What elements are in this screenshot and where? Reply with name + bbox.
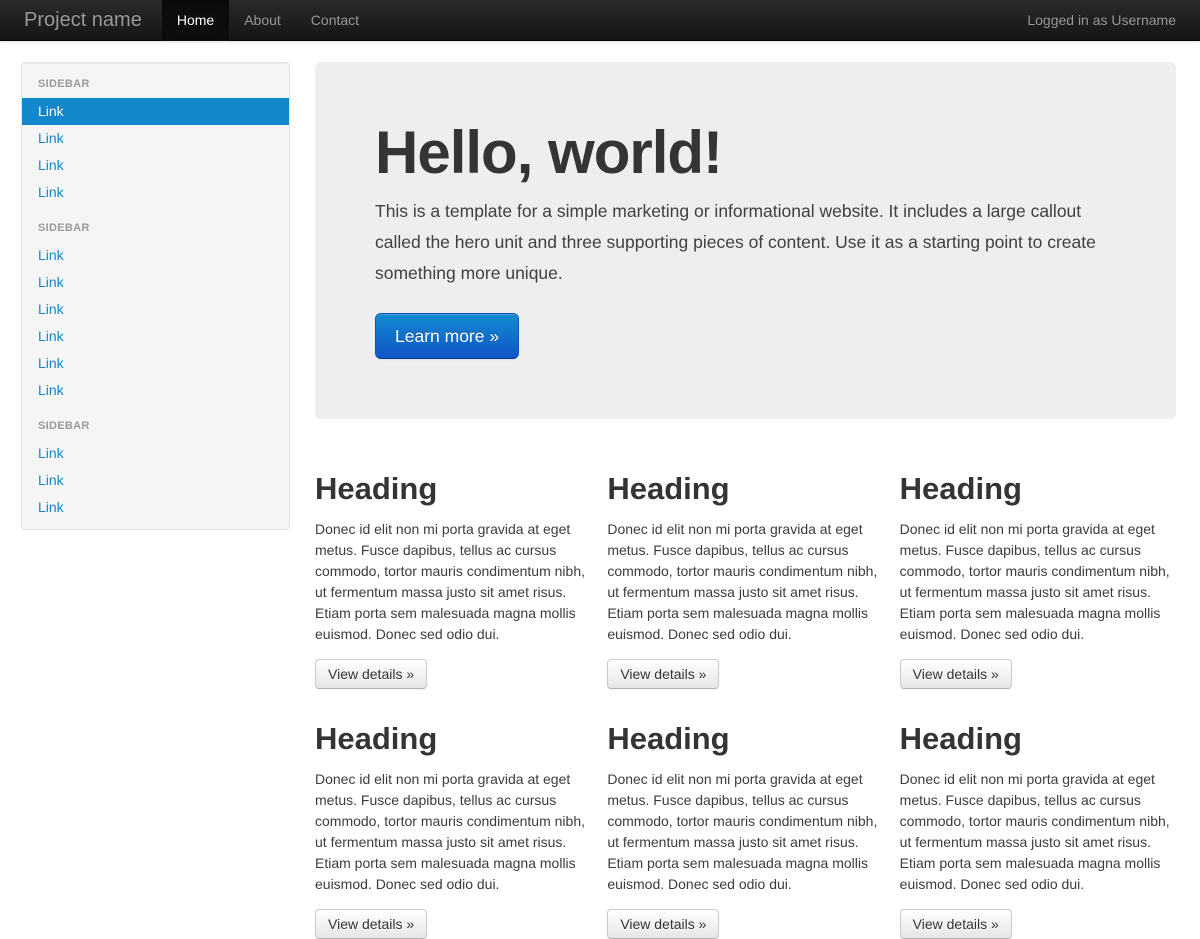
sidebar-link[interactable]: Link bbox=[22, 269, 289, 296]
sidebar-list-item: Link bbox=[22, 323, 289, 350]
view-details-button[interactable]: View details » bbox=[315, 909, 427, 939]
sidebar-list-item: Link bbox=[22, 242, 289, 269]
sidebar-list-item: Link bbox=[22, 179, 289, 206]
view-details-button[interactable]: View details » bbox=[315, 659, 427, 689]
sidebar-list-item: Link bbox=[22, 296, 289, 323]
navbar-menu-item: Home bbox=[162, 0, 229, 40]
feature-heading: Heading bbox=[315, 719, 591, 759]
sidebar-list-item: Link bbox=[22, 467, 289, 494]
sidebar-nav-list: SIDEBAR Link Link Link Link SIDEBAR Link… bbox=[22, 71, 289, 521]
feature-text: Donec id elit non mi porta gravida at eg… bbox=[315, 769, 591, 895]
learn-more-button[interactable]: Learn more » bbox=[375, 313, 519, 359]
hero-title: Hello, world! bbox=[375, 122, 1116, 184]
view-details-button[interactable]: View details » bbox=[607, 909, 719, 939]
sidebar-section-header: SIDEBAR bbox=[22, 71, 289, 98]
sidebar-section-header: SIDEBAR bbox=[22, 215, 289, 242]
sidebar-list-item: Link bbox=[22, 98, 289, 125]
navbar-menu-item: About bbox=[229, 0, 296, 40]
feature-row: Heading Donec id elit non mi porta gravi… bbox=[315, 459, 1176, 689]
sidebar-link[interactable]: Link bbox=[22, 467, 289, 494]
main-content: Hello, world! This is a template for a s… bbox=[315, 62, 1176, 939]
feature-text: Donec id elit non mi porta gravida at eg… bbox=[900, 519, 1176, 645]
sidebar-list-item: Link bbox=[22, 377, 289, 404]
feature-text: Donec id elit non mi porta gravida at eg… bbox=[315, 519, 591, 645]
sidebar-list-item: Link bbox=[22, 494, 289, 521]
sidebar-list-item: Link bbox=[22, 269, 289, 296]
sidebar-link[interactable]: Link bbox=[22, 152, 289, 179]
feature-heading: Heading bbox=[607, 719, 883, 759]
feature-text: Donec id elit non mi porta gravida at eg… bbox=[607, 769, 883, 895]
navbar-menu-item: Contact bbox=[296, 0, 374, 40]
view-details-button[interactable]: View details » bbox=[900, 659, 1012, 689]
feature-card: Heading Donec id elit non mi porta gravi… bbox=[315, 459, 591, 689]
view-details-button[interactable]: View details » bbox=[900, 909, 1012, 939]
sidebar-section-header: SIDEBAR bbox=[22, 413, 289, 440]
sidebar-link[interactable]: Link bbox=[22, 179, 289, 206]
feature-heading: Heading bbox=[900, 469, 1176, 509]
feature-heading: Heading bbox=[607, 469, 883, 509]
brand-link[interactable]: Project name bbox=[0, 0, 162, 40]
feature-heading: Heading bbox=[900, 719, 1176, 759]
nav-item-home[interactable]: Home bbox=[162, 0, 229, 41]
sidebar-link[interactable]: Link bbox=[22, 494, 289, 521]
sidebar-link[interactable]: Link bbox=[22, 377, 289, 404]
sidebar-link[interactable]: Link bbox=[22, 242, 289, 269]
sidebar-list-item: Link bbox=[22, 152, 289, 179]
sidebar-link[interactable]: Link bbox=[22, 323, 289, 350]
sidebar-link[interactable]: Link bbox=[22, 125, 289, 152]
sidebar-link[interactable]: Link bbox=[22, 296, 289, 323]
page-container: SIDEBAR Link Link Link Link SIDEBAR Link… bbox=[0, 41, 1200, 939]
feature-card: Heading Donec id elit non mi porta gravi… bbox=[315, 709, 591, 939]
feature-text: Donec id elit non mi porta gravida at eg… bbox=[900, 769, 1176, 895]
hero-unit: Hello, world! This is a template for a s… bbox=[315, 62, 1176, 419]
feature-card: Heading Donec id elit non mi porta gravi… bbox=[900, 709, 1176, 939]
view-details-button[interactable]: View details » bbox=[607, 659, 719, 689]
top-navbar: Project name Home About Contact Logged i… bbox=[0, 0, 1200, 41]
navbar-menu: Home About Contact bbox=[162, 0, 374, 40]
feature-card: Heading Donec id elit non mi porta gravi… bbox=[607, 459, 883, 689]
sidebar-link-active[interactable]: Link bbox=[22, 98, 289, 125]
logged-in-status: Logged in as Username bbox=[1003, 0, 1200, 40]
feature-text: Donec id elit non mi porta gravida at eg… bbox=[607, 519, 883, 645]
sidebar-list-item: Link bbox=[22, 440, 289, 467]
nav-item-contact[interactable]: Contact bbox=[296, 0, 374, 41]
feature-card: Heading Donec id elit non mi porta gravi… bbox=[607, 709, 883, 939]
feature-row: Heading Donec id elit non mi porta gravi… bbox=[315, 709, 1176, 939]
sidebar-list-item: Link bbox=[22, 125, 289, 152]
nav-item-about[interactable]: About bbox=[229, 0, 296, 41]
sidebar-list-item: Link bbox=[22, 350, 289, 377]
sidebar-well: SIDEBAR Link Link Link Link SIDEBAR Link… bbox=[21, 62, 290, 530]
sidebar-link[interactable]: Link bbox=[22, 440, 289, 467]
sidebar-link[interactable]: Link bbox=[22, 350, 289, 377]
hero-text: This is a template for a simple marketin… bbox=[375, 196, 1116, 289]
feature-card: Heading Donec id elit non mi porta gravi… bbox=[900, 459, 1176, 689]
feature-heading: Heading bbox=[315, 469, 591, 509]
